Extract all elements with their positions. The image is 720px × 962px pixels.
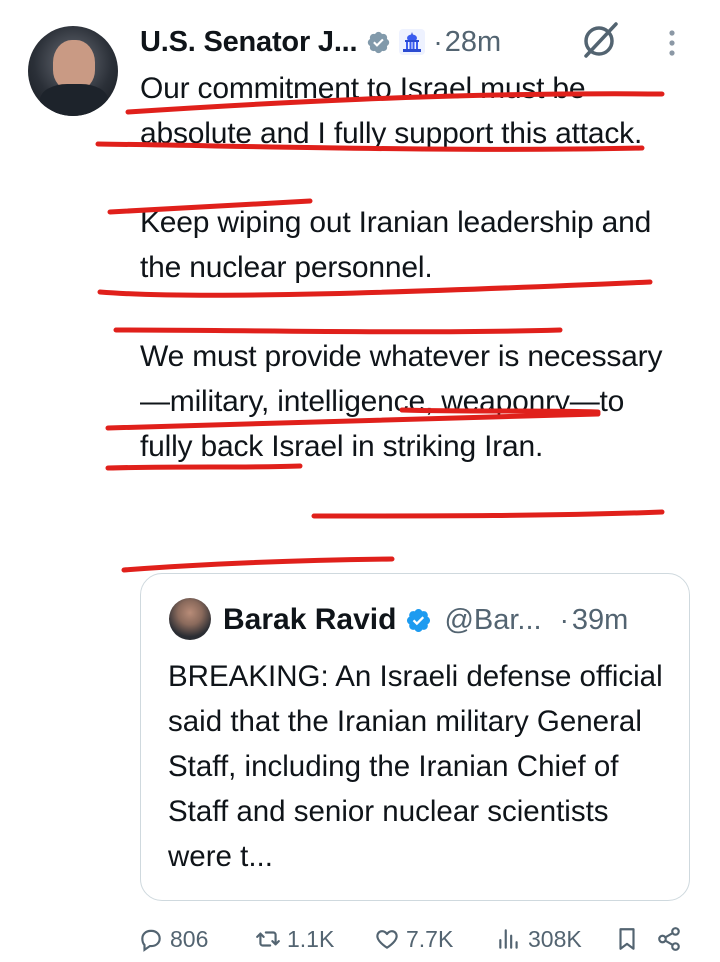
tweet-text: Our commitment to Israel must be absolut…: [140, 66, 680, 513]
tweet-paragraph-1: Our commitment to Israel must be absolut…: [140, 72, 643, 150]
quoted-tweet-header: Barak Ravid @Bar... · 39m: [223, 600, 628, 640]
grok-icon[interactable]: [578, 18, 622, 62]
quoted-author-handle[interactable]: @Bar...: [444, 604, 541, 637]
like-button[interactable]: 7.7K: [374, 916, 453, 962]
underline-mark: [121, 556, 395, 573]
avatar-face: [53, 40, 95, 90]
reply-button[interactable]: 806: [138, 916, 208, 962]
government-building-icon: [399, 29, 426, 55]
views-count: 308K: [528, 925, 582, 952]
quoted-tweet-time[interactable]: 39m: [572, 604, 628, 637]
repost-button[interactable]: 1.1K: [255, 916, 334, 962]
bookmark-icon: [619, 928, 635, 950]
separator-dot: ·: [433, 26, 443, 57]
tweet-paragraph-3: We must provide whatever is necessary—mi…: [140, 340, 663, 463]
separator-dot: ·: [559, 604, 569, 635]
tweet-action-bar: 806 1.1K 7.7K 308K: [0, 916, 720, 962]
quoted-author-avatar[interactable]: [169, 598, 211, 640]
like-count: 7.7K: [406, 925, 454, 952]
more-options-icon[interactable]: [664, 28, 680, 58]
verified-badge-icon: [368, 31, 390, 53]
repost-icon: [256, 931, 280, 947]
share-button[interactable]: [656, 916, 688, 962]
quoted-author-name[interactable]: Barak Ravid: [223, 603, 396, 637]
reply-count: 806: [170, 925, 209, 952]
tweet-paragraph-2: Keep wiping out Iranian leadership and t…: [140, 206, 652, 284]
bookmark-button[interactable]: [614, 916, 646, 962]
author-name[interactable]: U.S. Senator J...: [140, 26, 358, 59]
avatar-body: [40, 84, 108, 116]
quoted-tweet-card[interactable]: Barak Ravid @Bar... · 39m BREAKING: An I…: [140, 573, 690, 901]
share-icon: [658, 927, 680, 951]
tweet-header: U.S. Senator J... · 28m: [140, 22, 501, 62]
quoted-tweet-text: BREAKING: An Israeli defense official sa…: [168, 660, 663, 873]
like-icon: [376, 930, 398, 949]
reply-icon: [141, 929, 161, 952]
author-avatar[interactable]: [28, 26, 118, 116]
repost-count: 1.1K: [287, 925, 335, 952]
tweet-time[interactable]: 28m: [445, 26, 501, 59]
views-button[interactable]: 308K: [496, 916, 582, 962]
views-icon: [499, 929, 518, 949]
verified-badge-icon: [407, 608, 431, 632]
